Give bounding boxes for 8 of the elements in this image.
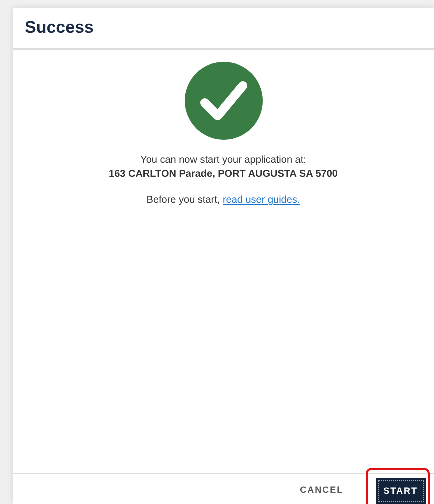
cancel-button[interactable]: CANCEL: [294, 478, 350, 502]
note-text: Before you start, read user guides.: [146, 195, 300, 206]
dialog-title: Success: [25, 18, 94, 38]
message-text: You can now start your application at:: [140, 155, 306, 166]
user-guides-link[interactable]: read user guides.: [222, 195, 300, 206]
success-check-icon: [184, 62, 262, 140]
address-text: 163 CARLTON Parade, PORT AUGUSTA SA 5700: [109, 169, 338, 180]
start-button[interactable]: START: [376, 478, 426, 504]
